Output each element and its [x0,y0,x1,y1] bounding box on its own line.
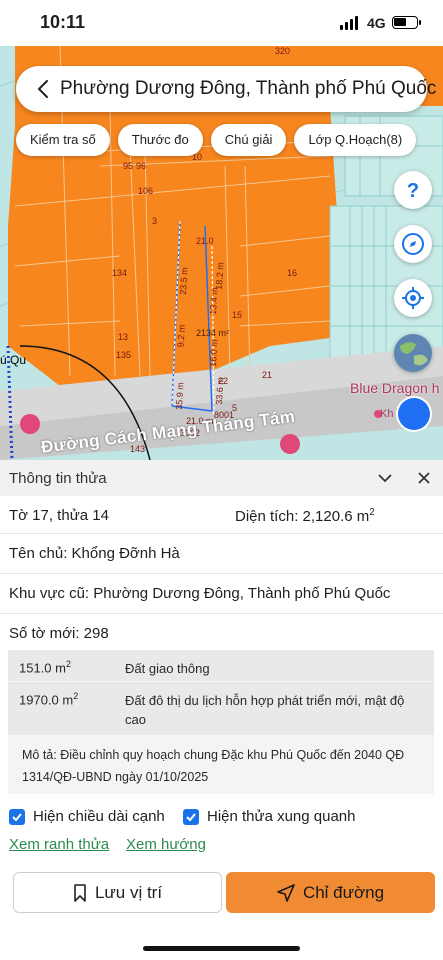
parcel-label: 320 [275,46,291,56]
district-label: ú Qu [0,353,27,367]
new-sheet-row: Số tờ mới: 298 [0,614,443,650]
owner-row: Tên chủ: Khổng Đỡnh Hà [0,534,443,574]
zone-type: Đất đô thị du lịch hỗn hợp phát triển mớ… [125,693,405,727]
edge-length: 13.4 m [208,286,220,316]
zone-area: 151.0 m2 [19,659,71,675]
checkbox-label: Hiện chiều dài cạnh [33,808,165,825]
parcel-area: Diện tích: 2,120.6 m2 [235,507,375,525]
parcel-area-label: 2134 m² [196,328,230,338]
area-unit-sup: 2 [369,507,375,518]
directions-label: Chỉ đường [302,882,385,902]
location-title: Phường Dương Đông, Thành phố Phú Quốc [60,78,437,99]
legend-chip[interactable]: Chú giải [210,124,287,156]
check-number-chip[interactable]: Kiểm tra số [16,124,110,156]
zoning-description: Mô tả: Điều chỉnh quy hoạch chung Đặc kh… [8,736,434,794]
drag-handle[interactable] [398,398,430,430]
map-tools: Kiểm tra số Thước đo Chú giải Lớp Q.Hoạc… [16,124,417,156]
panel-title: Thông tin thửa [9,470,107,487]
parcel-label: 135 [116,350,132,360]
zone-area: 1970.0 m2 [19,691,78,707]
planning-layer-chip[interactable]: Lớp Q.Hoạch(8) [294,124,417,156]
satellite-layer-icon [394,334,432,372]
sheet-parcel: Tờ 17, thửa 14 [9,507,109,524]
poi-label[interactable]: Blue Dragon h [350,380,440,396]
ruler-chip[interactable]: Thước đo [117,124,203,156]
sheet-parcel-row: Tờ 17, thửa 14 Diện tích: 2,120.6 m2 [0,496,443,534]
directions-button[interactable]: Chỉ đường [226,872,435,913]
status-time: 10:11 [40,12,86,32]
parcel-label: 95 [123,161,134,171]
old-region-row: Khu vực cũ: Phường Dương Đông, Thành phố… [0,574,443,614]
checkbox-label: Hiện thửa xung quanh [207,808,356,825]
question-icon: ? [407,180,419,201]
view-boundary-link[interactable]: Xem ranh thửa [9,836,109,853]
edge-length: 9.2 m [175,324,187,348]
poi-label[interactable]: Kh [380,408,393,420]
chevron-down-icon[interactable] [377,471,393,485]
zone-area-value: 1970.0 m [19,692,74,708]
table-row: 151.0 m2 Đất giao thông [8,650,434,682]
view-direction-link[interactable]: Xem hướng [126,836,206,853]
parcel-label: 16 [287,268,298,278]
show-edge-length-checkbox[interactable]: Hiện chiều dài cạnh [9,808,165,825]
parcel-label: 134 [112,268,128,278]
parcel-info-panel: Thông tin thửa Tờ 17, thửa 14 Diện tích:… [0,460,443,960]
parcel-label: 96 [136,161,147,171]
edge-length: 35.9 m [174,381,186,411]
svg-text:?: ? [407,180,419,201]
close-icon[interactable] [417,471,431,485]
send-icon [277,883,295,902]
old-region: Khu vực cũ: Phường Dương Đông, Thành phố… [9,585,391,602]
checkbox-checked-icon[interactable] [183,808,199,825]
zone-area-sup: 2 [73,691,79,701]
parcel-label: 3 [152,216,158,226]
edge-length: 18.2 m [214,261,226,291]
zone-area-value: 151.0 m [19,660,66,676]
parcel-label: 15 [232,310,243,320]
edge-length: 16.0 m [208,338,220,368]
help-button[interactable]: ? [394,171,432,209]
parcel-label: 21 [262,370,273,380]
locate-icon [402,287,424,309]
save-label: Lưu vị trí [94,882,163,902]
parcel-label: 106 [138,186,154,196]
area-text: Diện tích: 2,120.6 m [235,508,370,525]
edge-length: 33.6 m [214,376,226,406]
table-row: 1970.0 m2 Đất đô thị du lịch hỗn hợp phá… [8,682,434,736]
show-neighbors-checkbox[interactable]: Hiện thửa xung quanh [183,808,355,825]
compass-button[interactable] [394,225,432,263]
zone-area-sup: 2 [65,659,71,669]
compass-icon [402,233,424,255]
new-sheet-number: Số tờ mới: 298 [9,625,109,642]
zoning-table: 151.0 m2 Đất giao thông 1970.0 m2 Đất đô… [8,650,434,794]
zone-type: Đất giao thông [125,661,210,676]
bookmark-icon [74,883,86,902]
edge-length: 23.5 m [178,266,190,296]
signal-icon [340,16,358,30]
status-bar: 10:11 4G [0,0,443,46]
map-layer-button[interactable] [394,334,432,372]
edge-length: 21.0 [196,236,214,246]
owner-name: Tên chủ: Khổng Đỡnh Hà [9,545,180,562]
my-location-button[interactable] [394,279,432,317]
location-header: Phường Dương Đông, Thành phố Phú Quốc [16,66,436,112]
network-label: 4G [367,15,386,31]
save-location-button[interactable]: Lưu vị trí [13,872,222,913]
home-indicator[interactable] [143,946,300,951]
panel-header: Thông tin thửa [0,460,443,496]
parcel-label: 13 [118,332,129,342]
back-icon[interactable] [32,77,56,101]
checkbox-checked-icon[interactable] [9,808,25,825]
battery-icon [392,16,421,29]
